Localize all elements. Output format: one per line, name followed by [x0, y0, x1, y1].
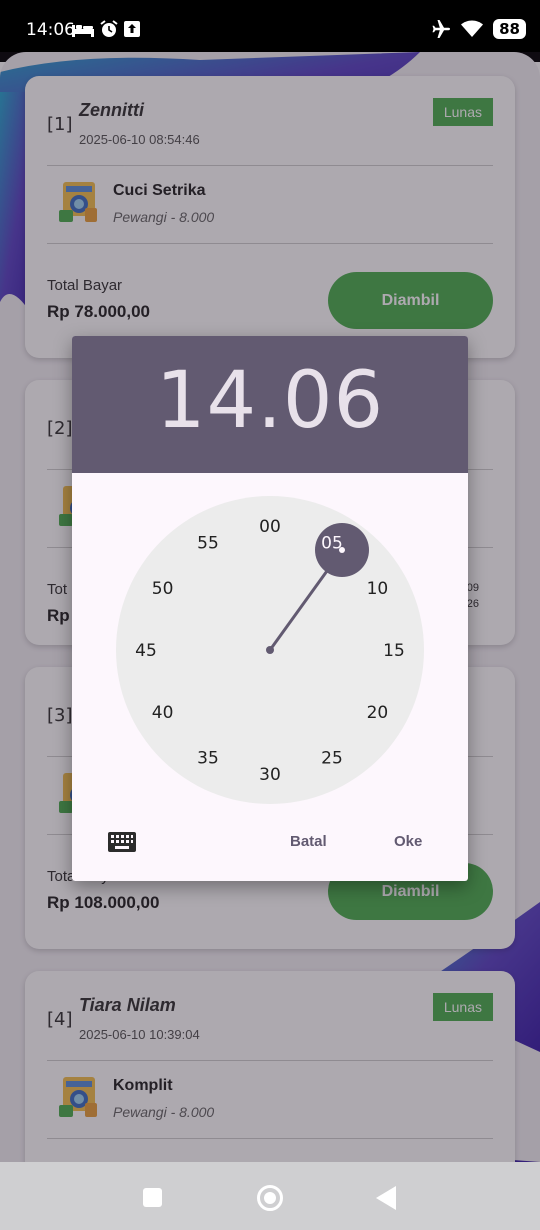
- back-icon[interactable]: [376, 1186, 396, 1210]
- minute-label-00[interactable]: 00: [259, 517, 281, 537]
- upload-icon: [124, 21, 140, 37]
- cancel-button[interactable]: Batal: [290, 833, 327, 850]
- minute-label-40[interactable]: 40: [152, 703, 174, 723]
- bed-icon: [72, 25, 94, 37]
- status-right-icons: 88: [431, 19, 526, 39]
- time-picker-dialog: 14.06 00 05 10 15 20 25 30 35 40 45 50 55 Batal Oke: [72, 336, 468, 881]
- minute-label-55[interactable]: 55: [197, 534, 219, 554]
- minute-label-15[interactable]: 15: [383, 641, 405, 661]
- recents-icon[interactable]: [143, 1188, 162, 1207]
- clock-center: [266, 646, 274, 654]
- alarm-icon: [100, 20, 118, 37]
- minute-label-35[interactable]: 35: [197, 748, 219, 768]
- home-icon[interactable]: [257, 1185, 283, 1211]
- status-time: 14:06: [26, 20, 75, 40]
- status-left-icons: [72, 20, 140, 38]
- minute-label-30[interactable]: 30: [259, 765, 281, 785]
- minute-label-20[interactable]: 20: [367, 703, 389, 723]
- minute-label-25[interactable]: 25: [321, 748, 343, 768]
- time-picker-header: 14.06: [72, 336, 468, 473]
- airplane-icon: [432, 20, 451, 38]
- minute-label-45[interactable]: 45: [135, 641, 157, 661]
- battery-icon: 88: [493, 19, 526, 39]
- system-nav-bar: [0, 1162, 540, 1230]
- minute-label-50[interactable]: 50: [152, 579, 174, 599]
- selected-time-display[interactable]: 14.06: [72, 356, 468, 446]
- ok-button[interactable]: Oke: [394, 833, 422, 850]
- wifi-icon: [461, 20, 484, 37]
- minute-label-10[interactable]: 10: [367, 579, 389, 599]
- minute-label-05[interactable]: 05: [321, 534, 343, 554]
- minute-clock-dial[interactable]: 00 05 10 15 20 25 30 35 40 45 50 55: [116, 496, 424, 804]
- keyboard-icon[interactable]: [108, 832, 136, 852]
